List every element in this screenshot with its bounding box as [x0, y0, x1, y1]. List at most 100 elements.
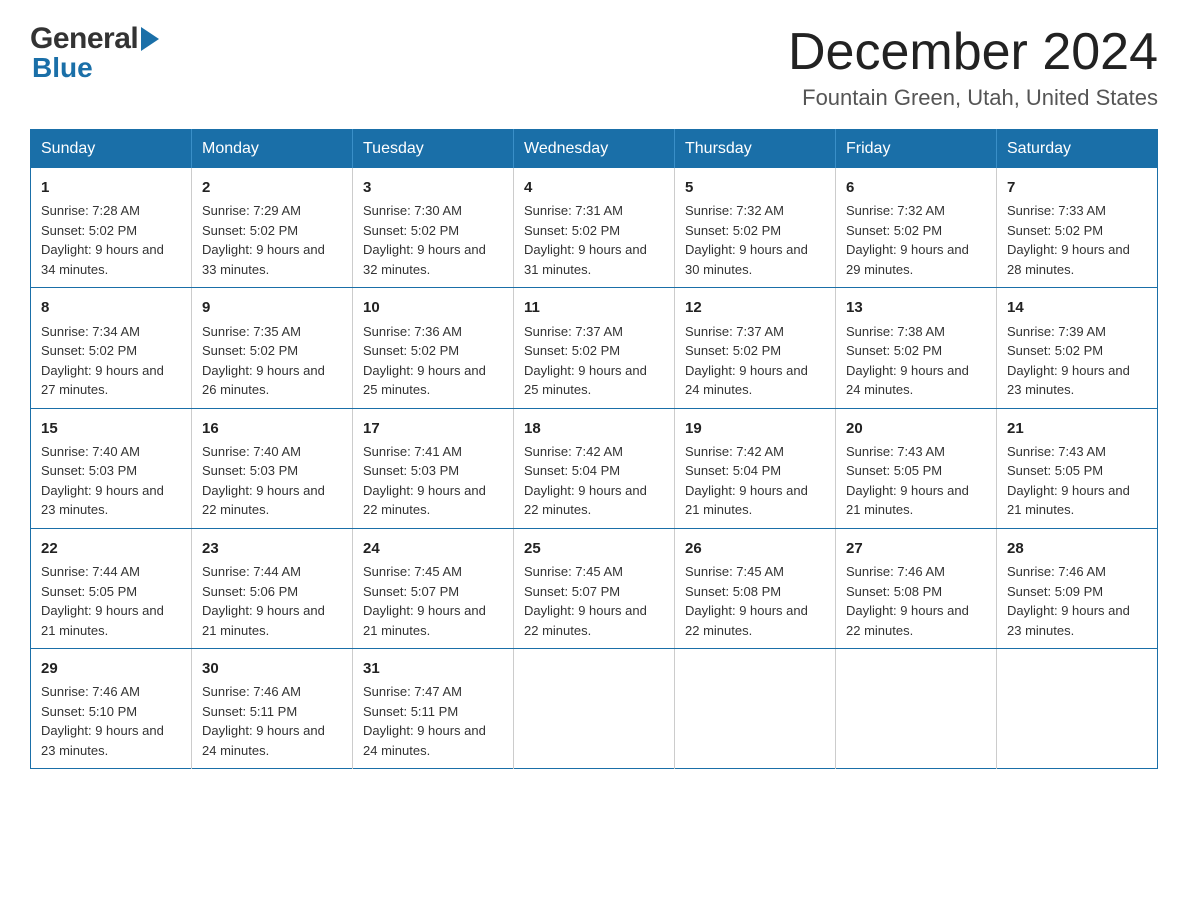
day-number: 19	[685, 417, 825, 440]
location-title: Fountain Green, Utah, United States	[788, 85, 1158, 111]
day-info: Sunrise: 7:36 AMSunset: 5:02 PMDaylight:…	[363, 322, 503, 400]
weekday-header-tuesday: Tuesday	[353, 130, 514, 169]
day-info: Sunrise: 7:42 AMSunset: 5:04 PMDaylight:…	[685, 442, 825, 520]
day-info: Sunrise: 7:46 AMSunset: 5:11 PMDaylight:…	[202, 682, 342, 760]
day-number: 22	[41, 537, 181, 560]
calendar-week-row: 8 Sunrise: 7:34 AMSunset: 5:02 PMDaylight…	[31, 288, 1158, 408]
day-number: 23	[202, 537, 342, 560]
day-number: 3	[363, 176, 503, 199]
calendar-cell: 29Sunrise: 7:46 AMSunset: 5:10 PMDayligh…	[31, 649, 192, 769]
calendar-cell: 1Sunrise: 7:28 AMSunset: 5:02 PMDaylight…	[31, 168, 192, 288]
day-number: 18	[524, 417, 664, 440]
day-number: 8	[41, 296, 181, 319]
day-info: Sunrise: 7:28 AMSunset: 5:02 PMDaylight:…	[41, 201, 181, 279]
calendar-cell: 17Sunrise: 7:41 AMSunset: 5:03 PMDayligh…	[353, 408, 514, 528]
day-info: Sunrise: 7:37 AMSunset: 5:02 PMDaylight:…	[685, 322, 825, 400]
calendar-cell: 19Sunrise: 7:42 AMSunset: 5:04 PMDayligh…	[675, 408, 836, 528]
logo-arrow-icon	[141, 27, 159, 51]
day-number: 27	[846, 537, 986, 560]
logo: General Blue	[30, 24, 159, 82]
day-info: Sunrise: 7:47 AMSunset: 5:11 PMDaylight:…	[363, 682, 503, 760]
day-info: Sunrise: 7:38 AMSunset: 5:02 PMDaylight:…	[846, 322, 986, 400]
calendar-table: SundayMondayTuesdayWednesdayThursdayFrid…	[30, 129, 1158, 769]
calendar-week-row: 1Sunrise: 7:28 AMSunset: 5:02 PMDaylight…	[31, 168, 1158, 288]
calendar-cell: 11 Sunrise: 7:37 AMSunset: 5:02 PMDayligh…	[514, 288, 675, 408]
calendar-cell: 18Sunrise: 7:42 AMSunset: 5:04 PMDayligh…	[514, 408, 675, 528]
day-number: 28	[1007, 537, 1147, 560]
day-info: Sunrise: 7:32 AMSunset: 5:02 PMDaylight:…	[685, 201, 825, 279]
day-number: 25	[524, 537, 664, 560]
day-number: 20	[846, 417, 986, 440]
day-number: 15	[41, 417, 181, 440]
month-title: December 2024	[788, 24, 1158, 81]
day-info: Sunrise: 7:43 AMSunset: 5:05 PMDaylight:…	[846, 442, 986, 520]
day-info: Sunrise: 7:43 AMSunset: 5:05 PMDaylight:…	[1007, 442, 1147, 520]
calendar-cell: 24Sunrise: 7:45 AMSunset: 5:07 PMDayligh…	[353, 528, 514, 648]
calendar-cell	[997, 649, 1158, 769]
calendar-week-row: 15 Sunrise: 7:40 AMSunset: 5:03 PMDayligh…	[31, 408, 1158, 528]
calendar-cell: 2Sunrise: 7:29 AMSunset: 5:02 PMDaylight…	[192, 168, 353, 288]
calendar-cell: 27Sunrise: 7:46 AMSunset: 5:08 PMDayligh…	[836, 528, 997, 648]
day-info: Sunrise: 7:42 AMSunset: 5:04 PMDaylight:…	[524, 442, 664, 520]
day-info: Sunrise: 7:29 AMSunset: 5:02 PMDaylight:…	[202, 201, 342, 279]
day-number: 10	[363, 296, 503, 319]
calendar-cell: 13Sunrise: 7:38 AMSunset: 5:02 PMDayligh…	[836, 288, 997, 408]
day-number: 2	[202, 176, 342, 199]
day-info: Sunrise: 7:37 AMSunset: 5:02 PMDaylight:…	[524, 322, 664, 400]
day-number: 21	[1007, 417, 1147, 440]
day-info: Sunrise: 7:31 AMSunset: 5:02 PMDaylight:…	[524, 201, 664, 279]
day-number: 24	[363, 537, 503, 560]
day-info: Sunrise: 7:46 AMSunset: 5:08 PMDaylight:…	[846, 562, 986, 640]
calendar-cell: 3Sunrise: 7:30 AMSunset: 5:02 PMDaylight…	[353, 168, 514, 288]
day-info: Sunrise: 7:39 AMSunset: 5:02 PMDaylight:…	[1007, 322, 1147, 400]
day-number: 11	[524, 296, 664, 319]
logo-blue-text: Blue	[32, 54, 159, 82]
day-info: Sunrise: 7:44 AMSunset: 5:06 PMDaylight:…	[202, 562, 342, 640]
logo-general-text: General	[30, 24, 138, 54]
calendar-cell: 8 Sunrise: 7:34 AMSunset: 5:02 PMDaylight…	[31, 288, 192, 408]
day-info: Sunrise: 7:44 AMSunset: 5:05 PMDaylight:…	[41, 562, 181, 640]
calendar-cell: 31Sunrise: 7:47 AMSunset: 5:11 PMDayligh…	[353, 649, 514, 769]
day-number: 29	[41, 657, 181, 680]
day-number: 30	[202, 657, 342, 680]
day-number: 16	[202, 417, 342, 440]
weekday-header-friday: Friday	[836, 130, 997, 169]
day-number: 1	[41, 176, 181, 199]
calendar-cell: 28Sunrise: 7:46 AMSunset: 5:09 PMDayligh…	[997, 528, 1158, 648]
day-info: Sunrise: 7:30 AMSunset: 5:02 PMDaylight:…	[363, 201, 503, 279]
day-number: 5	[685, 176, 825, 199]
calendar-cell: 16Sunrise: 7:40 AMSunset: 5:03 PMDayligh…	[192, 408, 353, 528]
day-info: Sunrise: 7:34 AMSunset: 5:02 PMDaylight:…	[41, 322, 181, 400]
calendar-cell: 5Sunrise: 7:32 AMSunset: 5:02 PMDaylight…	[675, 168, 836, 288]
calendar-cell	[836, 649, 997, 769]
day-info: Sunrise: 7:32 AMSunset: 5:02 PMDaylight:…	[846, 201, 986, 279]
calendar-cell	[675, 649, 836, 769]
calendar-cell	[514, 649, 675, 769]
day-number: 9	[202, 296, 342, 319]
calendar-cell: 30Sunrise: 7:46 AMSunset: 5:11 PMDayligh…	[192, 649, 353, 769]
weekday-header-wednesday: Wednesday	[514, 130, 675, 169]
day-number: 26	[685, 537, 825, 560]
calendar-cell: 22Sunrise: 7:44 AMSunset: 5:05 PMDayligh…	[31, 528, 192, 648]
day-info: Sunrise: 7:35 AMSunset: 5:02 PMDaylight:…	[202, 322, 342, 400]
day-info: Sunrise: 7:40 AMSunset: 5:03 PMDaylight:…	[202, 442, 342, 520]
calendar-cell: 20Sunrise: 7:43 AMSunset: 5:05 PMDayligh…	[836, 408, 997, 528]
day-number: 14	[1007, 296, 1147, 319]
calendar-week-row: 29Sunrise: 7:46 AMSunset: 5:10 PMDayligh…	[31, 649, 1158, 769]
day-number: 31	[363, 657, 503, 680]
weekday-header-monday: Monday	[192, 130, 353, 169]
weekday-header-thursday: Thursday	[675, 130, 836, 169]
day-info: Sunrise: 7:45 AMSunset: 5:07 PMDaylight:…	[363, 562, 503, 640]
weekday-header-sunday: Sunday	[31, 130, 192, 169]
day-info: Sunrise: 7:45 AMSunset: 5:07 PMDaylight:…	[524, 562, 664, 640]
calendar-cell: 12Sunrise: 7:37 AMSunset: 5:02 PMDayligh…	[675, 288, 836, 408]
calendar-cell: 14 Sunrise: 7:39 AMSunset: 5:02 PMDayligh…	[997, 288, 1158, 408]
calendar-cell: 25Sunrise: 7:45 AMSunset: 5:07 PMDayligh…	[514, 528, 675, 648]
day-info: Sunrise: 7:33 AMSunset: 5:02 PMDaylight:…	[1007, 201, 1147, 279]
day-number: 7	[1007, 176, 1147, 199]
weekday-header-saturday: Saturday	[997, 130, 1158, 169]
calendar-cell: 7Sunrise: 7:33 AMSunset: 5:02 PMDaylight…	[997, 168, 1158, 288]
day-number: 17	[363, 417, 503, 440]
calendar-cell: 23Sunrise: 7:44 AMSunset: 5:06 PMDayligh…	[192, 528, 353, 648]
day-info: Sunrise: 7:41 AMSunset: 5:03 PMDaylight:…	[363, 442, 503, 520]
